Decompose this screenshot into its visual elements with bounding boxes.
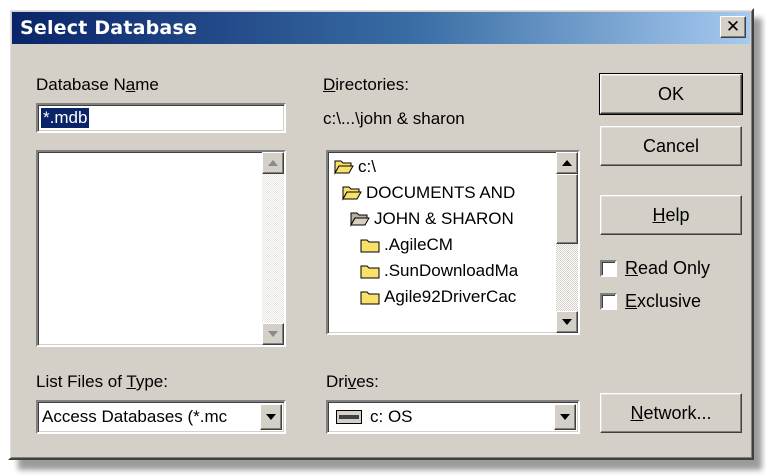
directory-item[interactable]: DOCUMENTS AND <box>342 180 515 206</box>
scroll-up-button[interactable] <box>262 152 284 174</box>
read-only-checkbox[interactable] <box>600 260 617 277</box>
file-type-label: List Files of Type: <box>36 372 168 391</box>
folder-icon <box>360 239 380 253</box>
folder-icon <box>360 291 380 305</box>
directory-item[interactable]: .SunDownloadMa <box>360 258 518 284</box>
directory-item[interactable]: Agile92DriverCac <box>360 284 516 310</box>
folder-icon <box>360 265 380 279</box>
arrow-down-icon <box>562 319 572 325</box>
scroll-up-button[interactable] <box>556 152 578 174</box>
dropdown-button[interactable] <box>260 404 282 430</box>
help-button-mnemonic: H <box>652 204 666 225</box>
file-list-scrollbar[interactable] <box>262 152 284 345</box>
close-icon: ✕ <box>725 16 741 37</box>
directory-item-label: JOHN & SHARON <box>374 209 514 228</box>
directories-label: Directories: <box>323 75 409 94</box>
database-name-input[interactable]: *.mdb <box>36 103 286 133</box>
title-bar[interactable]: Select Database ✕ <box>12 12 750 44</box>
arrow-down-icon <box>268 331 278 337</box>
arrow-up-icon <box>268 160 278 166</box>
cancel-button[interactable]: Cancel <box>600 126 742 166</box>
directory-item-label: DOCUMENTS AND <box>366 183 516 202</box>
select-database-dialog: Select Database ✕ Database Name *.mdb Di… <box>8 8 754 460</box>
drive-icon <box>336 410 362 424</box>
database-name-value: *.mdb <box>41 108 90 128</box>
window-title: Select Database <box>20 17 198 39</box>
file-type-value: Access Databases (*.mc <box>42 407 228 426</box>
directory-tree[interactable]: c:\ DOCUMENTS AND JOHN & SHARON .AgileCM… <box>326 150 580 335</box>
open-folder-icon <box>334 160 354 175</box>
open-folder-icon <box>342 186 362 201</box>
chevron-down-icon <box>266 414 276 420</box>
directory-item-selected[interactable]: JOHN & SHARON <box>350 206 514 232</box>
directory-item-label: .SunDownloadMa <box>384 261 519 280</box>
current-path: c:\...\john & sharon <box>323 109 465 128</box>
network-button-label: etwork... <box>643 402 712 423</box>
read-only-label[interactable]: Read Only <box>625 258 710 279</box>
file-list-box[interactable] <box>36 150 286 347</box>
network-button-mnemonic: N <box>630 402 644 423</box>
file-type-dropdown[interactable]: Access Databases (*.mc <box>36 400 286 434</box>
directory-item-label: Agile92DriverCac <box>384 287 517 306</box>
network-button[interactable]: Network... <box>600 393 742 433</box>
directory-item-label: c:\ <box>358 157 376 176</box>
scroll-down-button[interactable] <box>262 323 284 345</box>
ok-button[interactable]: OK <box>599 73 743 115</box>
drives-value: c: OS <box>370 407 413 426</box>
directory-scrollbar[interactable] <box>556 152 578 333</box>
exclusive-checkbox[interactable] <box>600 293 617 310</box>
scroll-thumb[interactable] <box>556 174 578 244</box>
scroll-down-button[interactable] <box>556 311 578 333</box>
exclusive-label[interactable]: Exclusive <box>625 291 701 312</box>
chevron-down-icon <box>560 414 570 420</box>
dropdown-button[interactable] <box>554 404 576 430</box>
directory-item-label: .AgileCM <box>384 235 453 254</box>
directory-item[interactable]: .AgileCM <box>360 232 453 258</box>
open-folder-icon <box>350 212 370 227</box>
drives-label: Drives: <box>326 372 379 391</box>
database-name-label: Database Name <box>36 75 159 94</box>
drives-dropdown[interactable]: c: OS <box>326 400 580 434</box>
close-button[interactable]: ✕ <box>720 16 746 38</box>
help-button[interactable]: Help <box>600 195 742 235</box>
directory-item[interactable]: c:\ <box>334 154 376 180</box>
arrow-up-icon <box>562 160 572 166</box>
help-button-label: elp <box>665 204 690 225</box>
